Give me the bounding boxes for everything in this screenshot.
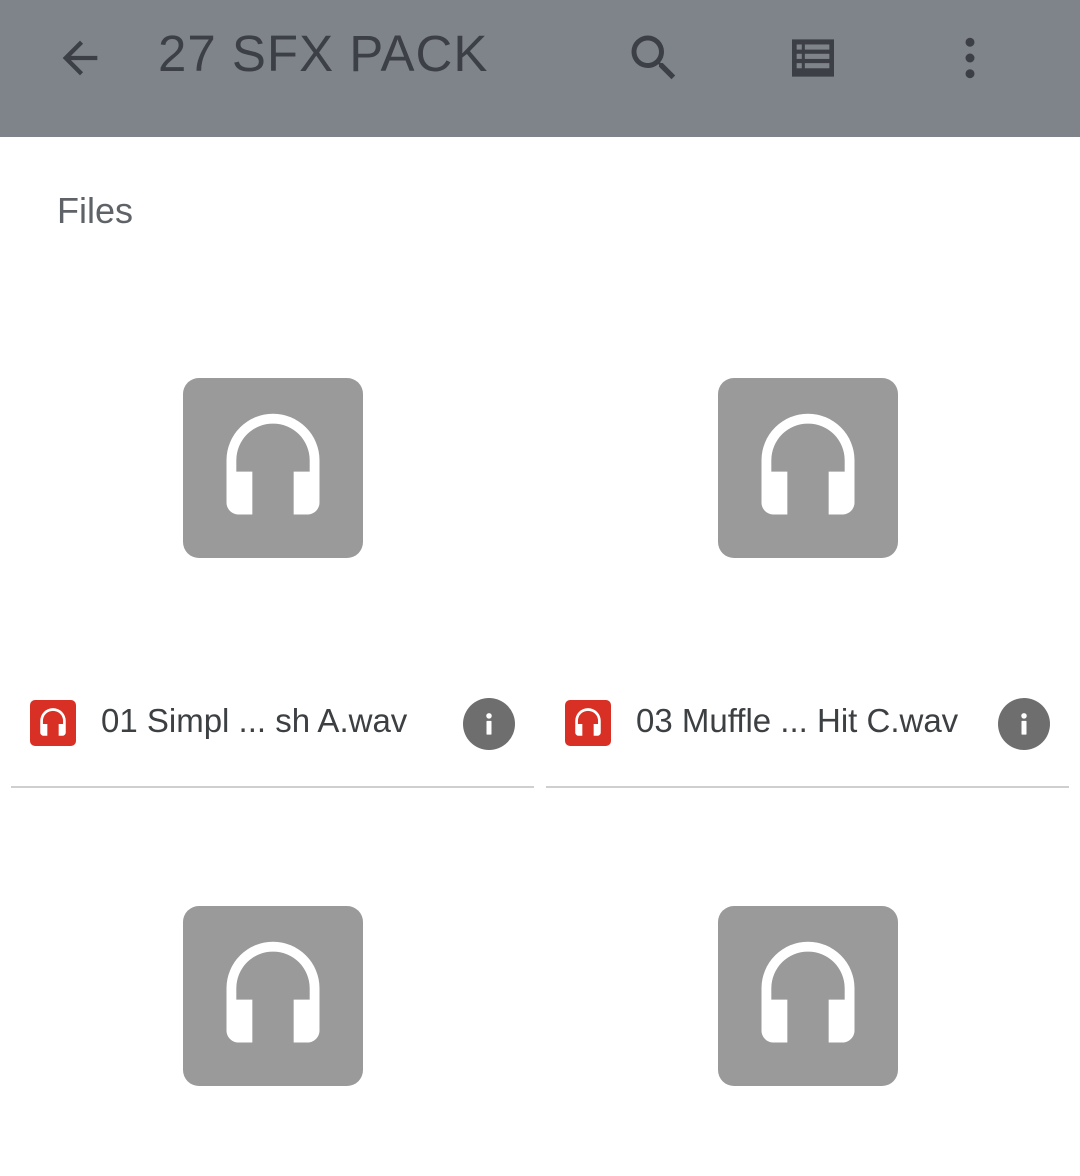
more-vert-icon xyxy=(965,37,975,79)
file-info-button[interactable] xyxy=(463,698,515,750)
file-info-button[interactable] xyxy=(998,698,1050,750)
app-bar: 27 SFX PACK xyxy=(0,0,1080,137)
search-button[interactable] xyxy=(604,18,704,98)
file-thumbnail xyxy=(183,906,363,1086)
audio-file-type-badge xyxy=(30,700,76,746)
headphones-icon xyxy=(226,941,320,1043)
file-row[interactable]: 03 Muffle ... Hit C.wav xyxy=(546,678,1069,788)
headphones-icon xyxy=(575,708,601,736)
file-thumbnail-area[interactable] xyxy=(546,378,1069,648)
search-icon xyxy=(631,35,676,80)
file-name: 03 Muffle ... Hit C.wav xyxy=(636,702,959,739)
headphones-icon xyxy=(761,941,855,1043)
file-thumbnail xyxy=(718,378,898,558)
headphones-icon xyxy=(40,708,66,736)
info-icon xyxy=(1021,713,1027,735)
file-name: 01 Simpl ... sh A.wav xyxy=(101,702,408,739)
headphones-icon xyxy=(761,413,855,515)
file-thumbnail xyxy=(718,906,898,1086)
page-title: 27 SFX PACK xyxy=(158,25,489,82)
file-thumbnail xyxy=(183,378,363,558)
file-row[interactable]: 01 Simpl ... sh A.wav xyxy=(11,678,534,788)
info-icon xyxy=(486,713,492,735)
section-label-files: Files xyxy=(57,190,134,231)
file-thumbnail-area[interactable] xyxy=(11,378,534,648)
arrow-back-icon xyxy=(62,40,98,76)
audio-file-type-badge xyxy=(565,700,611,746)
back-button[interactable] xyxy=(30,18,130,98)
list-view-icon xyxy=(792,39,834,77)
headphones-icon xyxy=(226,413,320,515)
file-thumbnail-area[interactable] xyxy=(11,906,534,1176)
more-options-button[interactable] xyxy=(920,18,1020,98)
list-view-button[interactable] xyxy=(763,18,863,98)
file-thumbnail-area[interactable] xyxy=(546,906,1069,1176)
